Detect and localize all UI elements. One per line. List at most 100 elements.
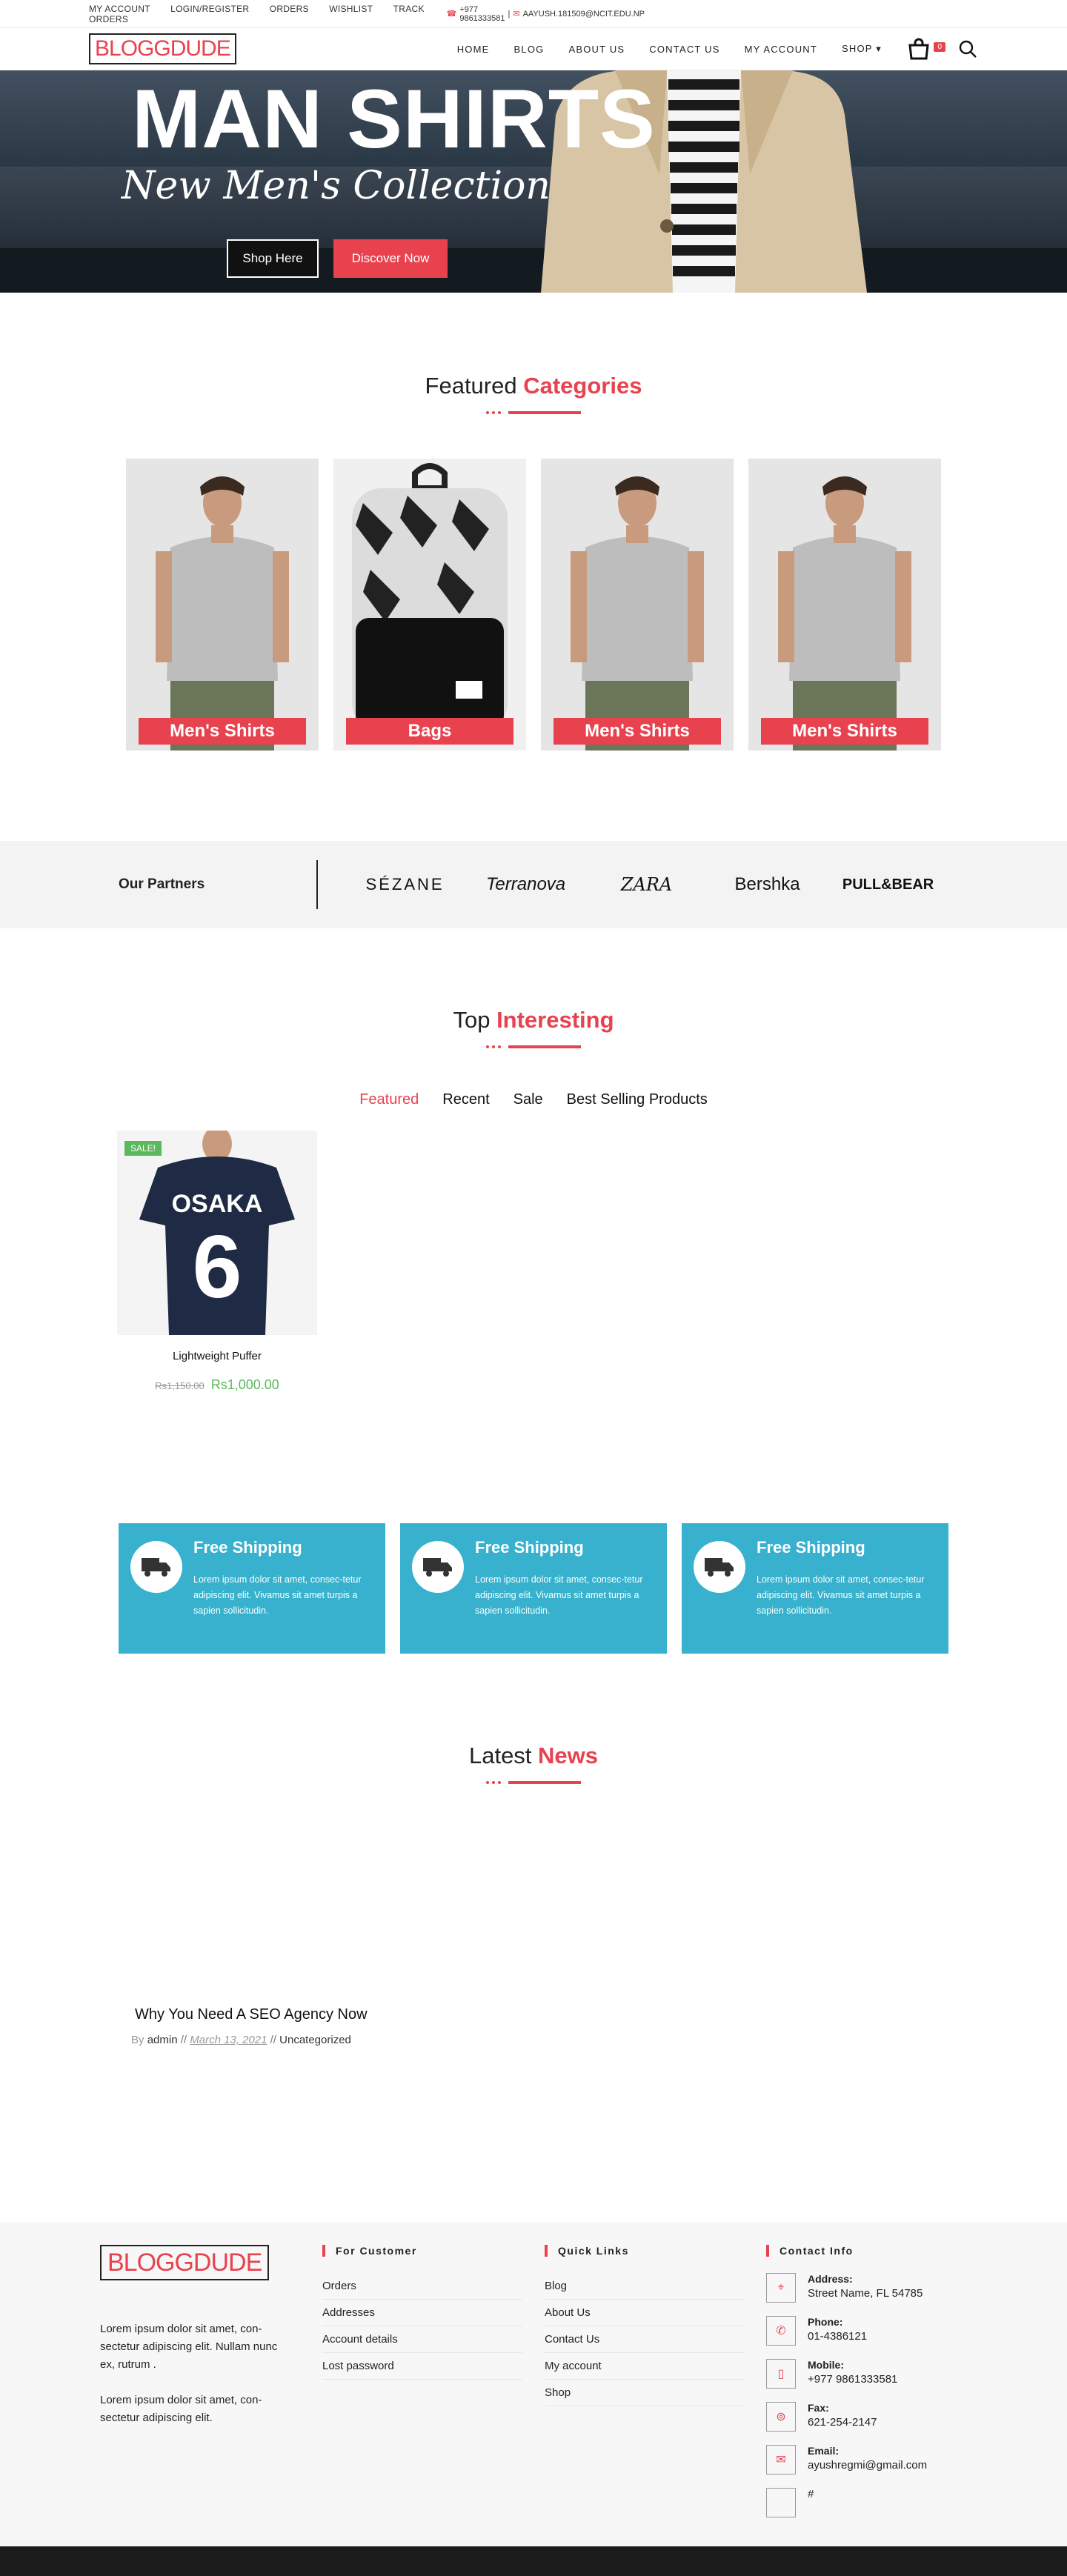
partners-divider	[316, 860, 319, 909]
mobile-icon: ▯	[766, 2359, 796, 2389]
chevron-down-icon: ▾	[876, 43, 882, 54]
feature-text: Lorem ipsum dolor sit amet, consec-tetur…	[475, 1574, 643, 1616]
featured-title-plain: Featured	[425, 373, 517, 399]
man-shirt-image	[156, 476, 289, 750]
contact-value[interactable]: 01-4386121	[808, 2330, 867, 2343]
contact-value: Street Name, FL 54785	[808, 2287, 923, 2300]
fax-icon: ⊚	[766, 2402, 796, 2432]
contact-key: Fax:	[808, 2402, 829, 2414]
nav-shop-label: SHOP	[842, 43, 873, 54]
partner-logo-bershka[interactable]: Bershka	[707, 874, 828, 895]
category-card-bags[interactable]: Bags	[333, 459, 526, 750]
contact-value[interactable]: +977 9861333581	[808, 2373, 897, 2386]
discover-now-button[interactable]: Discover Now	[333, 239, 448, 278]
contact-email: ✉ Email: ayushregmi@gmail.com	[766, 2445, 927, 2475]
category-card-mens-shirts[interactable]: Men's Shirts	[541, 459, 734, 750]
featured-title-accent: Categories	[523, 373, 642, 399]
email-icon: ✉	[766, 2445, 796, 2475]
topbar-link-login[interactable]: LOGIN/REGISTER	[170, 4, 249, 14]
product-price: Rs1,150.00 Rs1,000.00	[117, 1377, 317, 1393]
featured-categories-section: Featured Categories Men's Shirts Bags Me…	[0, 373, 1067, 750]
category-grid: Men's Shirts Bags Men's Shirts Men's Shi…	[0, 459, 1067, 750]
tab-featured[interactable]: Featured	[359, 1091, 419, 1108]
tab-sale[interactable]: Sale	[513, 1091, 543, 1108]
footer-link-contact-us[interactable]: Contact Us	[545, 2326, 745, 2353]
topbar-link-my-account[interactable]: MY ACCOUNT	[89, 4, 150, 14]
footer-link-orders[interactable]: Orders	[322, 2273, 522, 2300]
partner-logo-terranova[interactable]: Terranova	[465, 874, 586, 895]
footer-link-addresses[interactable]: Addresses	[322, 2300, 522, 2326]
shirt-print-number: 6	[193, 1217, 242, 1317]
feature-box: Free Shipping Lorem ipsum dolor sit amet…	[119, 1523, 385, 1654]
product-image[interactable]: OSAKA 6 SALE!	[117, 1131, 317, 1335]
footer-text-1: Lorem ipsum dolor sit amet, con-sectetur…	[100, 2323, 278, 2371]
cart-button[interactable]: 0	[907, 38, 945, 60]
topbar-link-orders[interactable]: ORDERS	[270, 4, 309, 14]
news-author[interactable]: admin	[147, 2034, 178, 2046]
topbar-links: MY ACCOUNT LOGIN/REGISTER ORDERS WISHLIS…	[89, 4, 447, 24]
partner-logo-pull-and-bear[interactable]: PULL&BEAR	[828, 876, 948, 893]
tab-recent[interactable]: Recent	[442, 1091, 489, 1108]
phone-icon: ☎	[446, 10, 457, 19]
feature-title: Free Shipping	[757, 1538, 865, 1557]
nav-contact-us[interactable]: CONTACT US	[649, 44, 719, 55]
featured-categories-title: Featured Categories	[0, 373, 1067, 399]
hero-lake	[0, 248, 1067, 293]
contact-address: ⌖ Address: Street Name, FL 54785	[766, 2273, 927, 2303]
nav-my-account[interactable]: MY ACCOUNT	[745, 44, 817, 55]
product-name[interactable]: Lightweight Puffer	[117, 1350, 317, 1362]
truck-icon	[412, 1541, 464, 1593]
feature-title: Free Shipping	[475, 1538, 584, 1557]
topbar-phone[interactable]: +977 9861333581	[459, 5, 505, 23]
backpack-image	[333, 459, 526, 750]
footer-link-shop[interactable]: Shop	[545, 2380, 745, 2406]
truck-icon	[694, 1541, 745, 1593]
shop-here-button[interactable]: Shop Here	[227, 239, 319, 278]
news-date[interactable]: March 13, 2021	[190, 2034, 267, 2046]
site-logo[interactable]: BLOGGDUDE	[89, 33, 236, 64]
contact-value: 621-254-2147	[808, 2416, 877, 2429]
nav-blog[interactable]: BLOG	[514, 44, 545, 55]
features-row: Free Shipping Lorem ipsum dolor sit amet…	[0, 1523, 1067, 1654]
partners-label: Our Partners	[119, 876, 205, 892]
category-card-mens-shirts[interactable]: Men's Shirts	[126, 459, 319, 750]
title-underline	[0, 411, 1067, 414]
footer-link-my-account[interactable]: My account	[545, 2353, 745, 2380]
news-title-accent: News	[538, 1743, 599, 1768]
footer-link-about-us[interactable]: About Us	[545, 2300, 745, 2326]
news-item-title[interactable]: Why You Need A SEO Agency Now	[135, 2006, 1067, 2023]
news-category[interactable]: Uncategorized	[279, 2034, 351, 2046]
footer-col-contact: Contact Info ⌖ Address: Street Name, FL 5…	[766, 2245, 927, 2531]
footer-col-customer: For Customer Orders Addresses Account de…	[322, 2245, 522, 2380]
category-label: Men's Shirts	[761, 718, 928, 745]
footer-logo[interactable]: BLOGGDUDE	[100, 2245, 270, 2280]
footer-link-blog[interactable]: Blog	[545, 2273, 745, 2300]
nav-home[interactable]: HOME	[457, 44, 490, 55]
top-interesting-section: Top Interesting Featured Recent Sale Bes…	[0, 1007, 1067, 1393]
partner-logo-zara[interactable]: ZARA	[586, 874, 707, 895]
category-card-mens-shirts[interactable]: Men's Shirts	[748, 459, 941, 750]
nav-shop[interactable]: SHOP ▾	[842, 43, 882, 55]
topbar-email[interactable]: AAYUSH.181509@NCIT.EDU.NP	[523, 10, 645, 19]
footer-text-2: Lorem ipsum dolor sit amet, con-sectetur…	[100, 2394, 262, 2424]
shirt-print-text: OSAKA	[172, 1190, 263, 1218]
news-by: By	[131, 2034, 144, 2046]
category-label: Bags	[346, 718, 513, 745]
contact-value[interactable]: ayushregmi@gmail.com	[808, 2459, 927, 2472]
tab-best-selling[interactable]: Best Selling Products	[567, 1091, 708, 1108]
partner-logo-sezane[interactable]: SÉZANE	[345, 875, 465, 894]
search-icon[interactable]	[957, 39, 978, 59]
site-footer: BLOGGDUDE Lorem ipsum dolor sit amet, co…	[0, 2223, 1067, 2546]
footer-heading: Quick Links	[545, 2245, 745, 2257]
main-nav: HOME BLOG ABOUT US CONTACT US MY ACCOUNT…	[433, 38, 978, 60]
footer-bottom-bar	[0, 2546, 1067, 2576]
footer-link-account-details[interactable]: Account details	[322, 2326, 522, 2353]
sale-badge: SALE!	[124, 1141, 162, 1156]
title-underline	[0, 1045, 1067, 1048]
truck-icon	[130, 1541, 182, 1593]
nav-about-us[interactable]: ABOUT US	[568, 44, 625, 55]
topbar-link-wishlist[interactable]: WISHLIST	[329, 4, 373, 14]
footer-link-lost-password[interactable]: Lost password	[322, 2353, 522, 2380]
email-icon: ✉	[513, 10, 520, 19]
product-card[interactable]: OSAKA 6 SALE! Lightweight Puffer Rs1,150…	[117, 1131, 317, 1393]
